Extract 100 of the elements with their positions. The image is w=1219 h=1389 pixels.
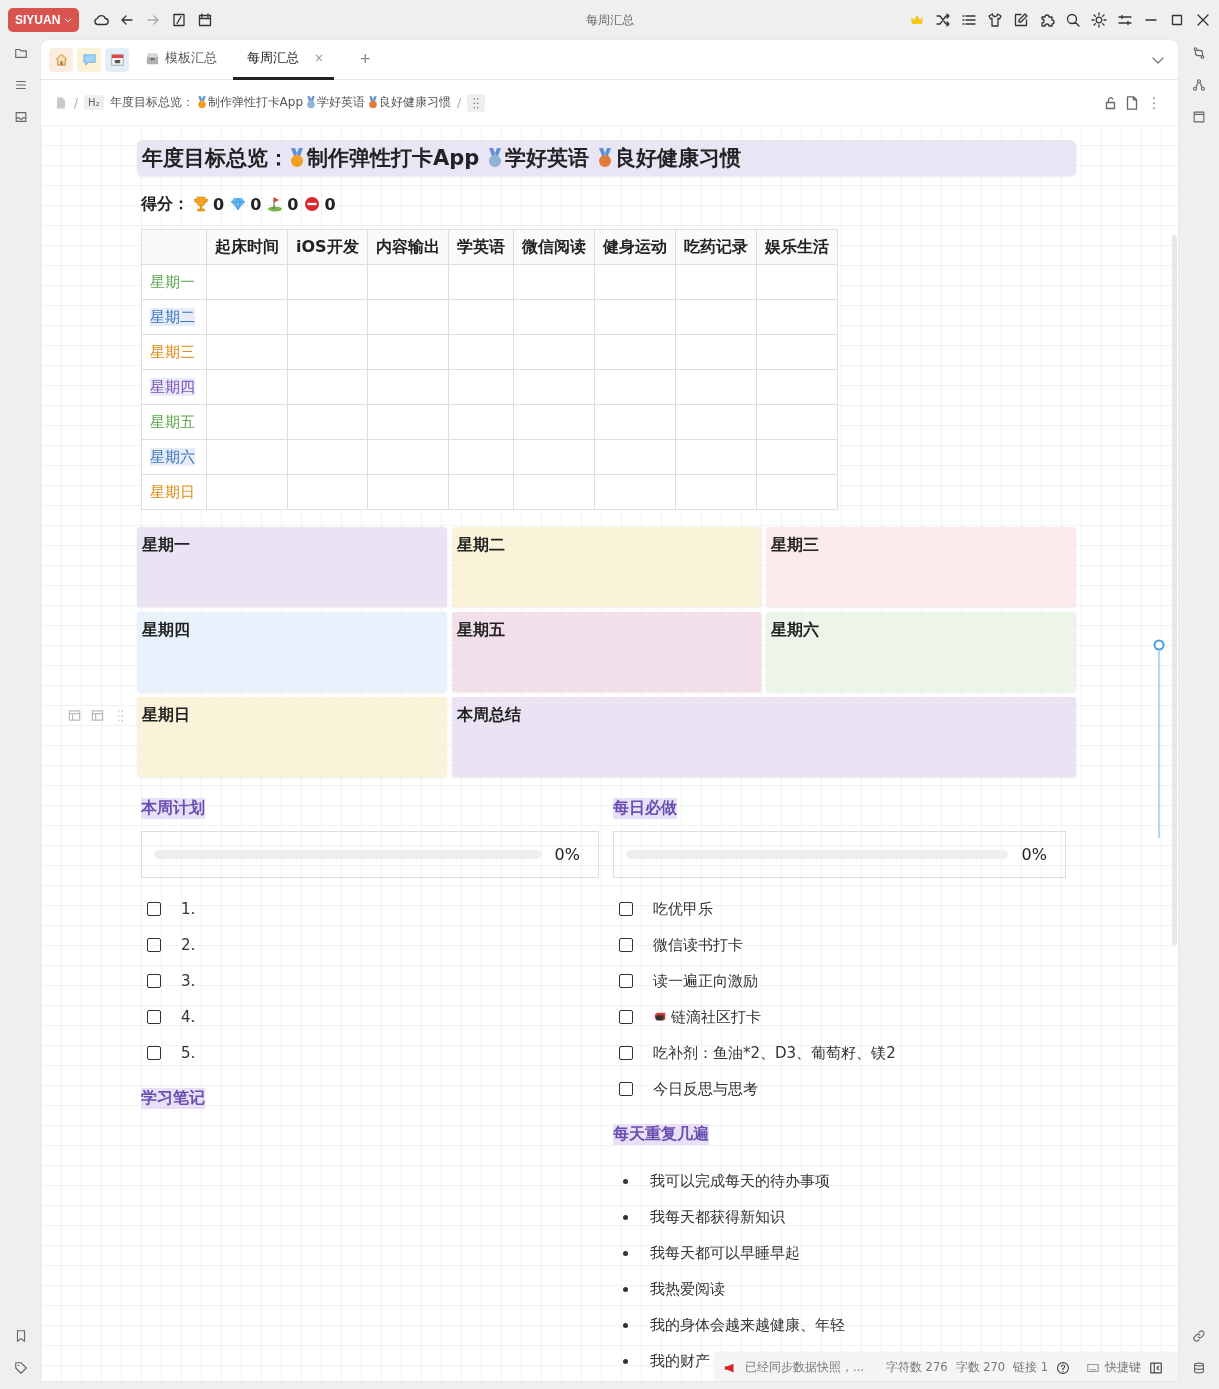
tag-icon[interactable] [13,1361,28,1375]
score-value: 0 [324,194,336,214]
settings-icon[interactable] [1117,12,1133,28]
table-cell [448,474,514,510]
breadcrumb-separator: / [74,95,79,110]
row-label: 星期三 [150,343,195,361]
card-title: 星期二 [457,535,505,554]
section-heading: 本周计划 [141,797,205,819]
tab[interactable] [105,47,129,72]
row-label: 星期日 [150,483,195,501]
outline-icon[interactable] [13,78,28,92]
maximize-icon[interactable] [1169,12,1185,28]
shortcuts-button[interactable]: 快捷键 [1086,1360,1142,1375]
bullet-icon [623,1358,628,1364]
checkbox[interactable] [619,974,633,988]
breadcrumb-item[interactable]: 年度目标总览： 制作弹性打卡App 学好英语 良好健康习惯 [109,94,452,111]
notebook-icon[interactable] [171,12,188,28]
task-text: 吃优甲乐 [653,899,713,919]
edit-icon[interactable] [1013,12,1029,28]
card-title: 星期一 [142,535,190,554]
card-title: 星期四 [142,620,190,639]
card-title: 星期三 [771,535,819,554]
shuffle-icon[interactable] [935,12,951,28]
table-cell [448,299,514,335]
cloud-icon[interactable] [93,12,110,28]
speech-bubble-icon [81,52,97,67]
checkbox[interactable] [147,974,161,988]
list-item: 我的身体会越来越健康、年轻 [650,1315,845,1335]
sidebar-toggle-icon[interactable] [1149,1360,1164,1375]
table-cell [448,264,514,300]
calendar-icon [109,52,125,67]
task-text: 4. [181,1008,196,1026]
list-icon[interactable] [961,12,977,28]
row-label: 星期一 [150,273,195,291]
puzzle-icon[interactable] [1039,12,1055,28]
panel-icon[interactable] [1191,110,1206,124]
row-label: 星期五 [150,413,195,431]
bullet-icon [623,1322,628,1328]
bullet-icon [623,1286,628,1292]
sun-icon[interactable] [1091,12,1107,28]
column-header: 吃药记录 [675,229,757,265]
help-icon[interactable] [1056,1360,1071,1375]
database-icon[interactable] [1191,1361,1206,1375]
checkbox[interactable] [147,1046,161,1060]
word-count: 字数 270 [955,1360,1006,1375]
git-compare-icon[interactable] [1191,46,1206,60]
breadcrumb-separator: / [457,95,462,110]
list-item: 我热爱阅读 [650,1279,725,1299]
tab[interactable]: 模板汇总 [137,40,225,80]
checkbox[interactable] [619,1082,633,1096]
column-header: 起床时间 [206,229,288,265]
card-title: 星期五 [457,620,505,639]
trophy-icon [193,196,209,212]
drag-handle-icon[interactable] [467,93,486,112]
list-item: 我每天都获得新知识 [650,1207,785,1227]
checkbox[interactable] [619,938,633,952]
diamond-icon [230,196,247,212]
column-header: 微信阅读 [513,229,595,265]
column-header: 内容输出 [367,229,449,265]
row-label: 星期四 [150,378,195,396]
inbox-icon[interactable] [13,110,28,124]
list-item: 我每天都可以早睡早起 [650,1243,800,1263]
checkbox[interactable] [147,938,161,952]
score-label: 得分： [141,193,189,215]
checkbox[interactable] [147,1010,161,1024]
task-text: 5. [181,1044,196,1062]
checkbox[interactable] [619,902,633,916]
checkbox[interactable] [619,1046,633,1060]
column-header: 健身运动 [594,229,676,265]
tab[interactable]: 每周汇总 × [233,40,335,80]
search-icon[interactable] [1065,12,1081,28]
window-title: 每周汇总 [585,11,634,29]
status-message[interactable]: 已经同步数据快照，... [745,1360,864,1375]
file-icon[interactable] [1124,94,1140,111]
calendar-icon[interactable] [197,12,214,28]
close-icon[interactable] [1195,12,1211,28]
task-text: 吃补剂：鱼油*2、D3、葡萄籽、镁2 [653,1043,896,1063]
file-box-icon [145,50,160,66]
column-header: iOS开发 [287,229,368,265]
folder-icon[interactable] [13,46,28,60]
card-title: 本周总结 [457,705,521,724]
progress-reading: 0% [554,845,580,864]
new-tab-button[interactable]: + [356,49,375,70]
table-cell [448,439,514,475]
task-text: 读一遍正向激励 [653,971,758,991]
scroll-position-marker[interactable] [1153,639,1165,839]
row-label: 星期二 [150,308,195,326]
shirt-icon[interactable] [987,12,1003,28]
heading-badge: H₂ [84,95,104,110]
section-heading: 学习笔记 [141,1087,205,1109]
graph-icon[interactable] [1191,78,1206,92]
checkbox[interactable] [147,902,161,916]
table-cell [448,369,514,405]
score-value: 0 [250,194,262,214]
app-menu-button[interactable]: SIYUAN [8,8,80,32]
link-icon[interactable] [1191,1329,1206,1343]
row-label: 星期六 [150,448,195,466]
no-entry-icon [304,196,321,212]
table-cell [448,334,514,370]
checkbox[interactable] [619,1010,633,1024]
